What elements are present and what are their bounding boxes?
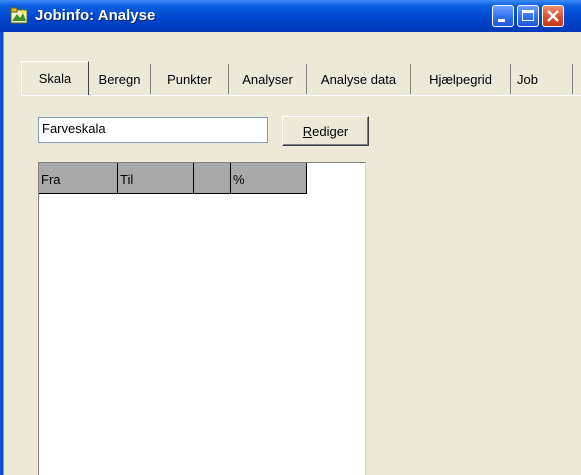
column-header-label: Fra [41, 172, 61, 187]
minimize-icon [498, 19, 505, 22]
tab-label: Job [517, 72, 538, 87]
tab-job[interactable]: Job [511, 64, 573, 94]
tab-label: Analyse data [320, 72, 397, 87]
tab-punkter[interactable]: Punkter [151, 64, 229, 94]
scale-name-value: Farveskala [42, 121, 106, 136]
window-left-border [0, 32, 4, 475]
column-header-label: % [233, 172, 245, 187]
tab-analyser[interactable]: Analyser [229, 64, 307, 94]
close-button[interactable] [542, 5, 564, 27]
edit-button[interactable]: Rediger [282, 116, 369, 146]
tab-strip: Skala Beregn Punkter Analyser Analyse da… [21, 61, 581, 96]
minimize-button[interactable] [492, 5, 514, 27]
scale-name-field[interactable]: Farveskala [38, 117, 268, 143]
tab-beregn[interactable]: Beregn [89, 64, 151, 94]
column-header-til[interactable]: Til [118, 163, 194, 194]
tab-label: Skala [38, 71, 72, 86]
maximize-icon [522, 10, 534, 21]
maximize-button[interactable] [517, 5, 539, 27]
column-header-label: Til [120, 172, 134, 187]
tab-analyse-data[interactable]: Analyse data [307, 64, 411, 94]
close-icon [547, 10, 559, 22]
window-title: Jobinfo: Analyse [35, 7, 156, 24]
tab-label: Punkter [167, 72, 212, 87]
scale-grid[interactable]: Fra Til % [38, 162, 366, 475]
column-header-percent[interactable]: % [231, 163, 307, 194]
tab-skala[interactable]: Skala [21, 61, 89, 95]
title-bar[interactable]: Jobinfo: Analyse [0, 0, 581, 32]
tab-hjaelpegrid[interactable]: Hjælpegrid [411, 64, 511, 94]
app-icon[interactable] [10, 7, 29, 25]
tab-label: Hjælpegrid [429, 72, 492, 87]
edit-button-mnemonic: R [302, 124, 313, 139]
tab-label: Beregn [98, 72, 141, 87]
column-header-color[interactable] [194, 163, 231, 194]
edit-button-label: ediger [312, 124, 349, 139]
column-header-fra[interactable]: Fra [39, 163, 118, 194]
tab-label: Analyser [242, 72, 293, 87]
